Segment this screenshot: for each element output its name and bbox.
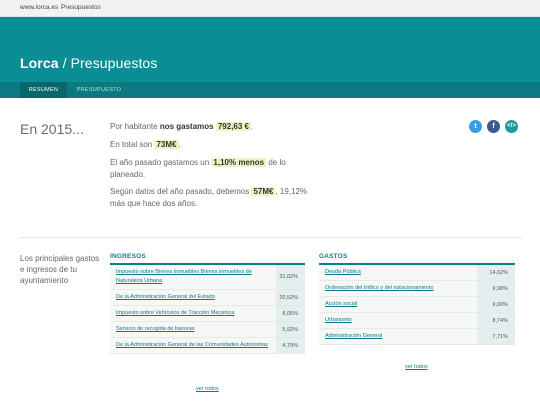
title-separator: / <box>58 55 71 71</box>
ingresos-title: INGRESOS <box>110 253 146 260</box>
total-value: 73M€ <box>154 140 179 149</box>
gastos-item-link[interactable]: Deuda Pública <box>319 265 478 281</box>
ingresos-table: Impuesto sobre Bienes Inmuebles Bienes i… <box>110 265 305 354</box>
year-heading: En 2015... <box>20 121 84 137</box>
gastos-item-percentage: 14,62% <box>477 265 515 281</box>
summary-total: En total son 73M€. <box>110 140 181 149</box>
ingresos-item-link[interactable]: Servicio de recogida de basuras <box>110 321 277 338</box>
ingresos-item-percentage: 4,79% <box>276 337 305 354</box>
summary-execution: El año pasado gastamos un 1,10% menos de… <box>110 158 286 179</box>
gastos-see-all-link[interactable]: ver todos <box>405 364 428 370</box>
page-title: Lorca / Presupuestos <box>20 55 157 71</box>
gastos-row: Administración General 7,71% <box>319 328 515 345</box>
gastos-item-percentage: 9,98% <box>477 280 515 297</box>
embed-button[interactable]: </> <box>505 120 518 133</box>
ingresos-item-percentage: 5,92% <box>276 321 305 338</box>
site-link[interactable]: www.lorca.es <box>20 4 58 11</box>
ingresos-item-percentage: 8,05% <box>276 305 305 322</box>
section-intro: Los principales gastos e ingresos de tu … <box>20 254 100 285</box>
gastos-item-link[interactable]: Ordenación del tráfico y del estacionami… <box>319 280 478 297</box>
ingresos-row: Servicio de recogida de basuras 5,92% <box>110 321 305 338</box>
tab-resumen[interactable]: RESUMEN <box>20 82 67 98</box>
tab-bar: RESUMEN PRESUPUESTO <box>0 82 540 98</box>
summary-per-capita: Por habitante nos gastamos 792,63 €. <box>110 122 254 131</box>
ingresos-item-link[interactable]: De la Administración General de las Comu… <box>110 337 277 354</box>
facebook-share-button[interactable]: f <box>487 120 500 133</box>
gastos-row: Urbanismo 8,74% <box>319 312 515 329</box>
header-banner: Lorca / Presupuestos <box>0 17 540 82</box>
ingresos-item-percentage: 20,52% <box>276 289 305 306</box>
gastos-item-link[interactable]: Administración General <box>319 328 478 345</box>
debt-value: 57M€ <box>251 187 276 196</box>
gastos-item-link[interactable]: Acción social <box>319 296 478 313</box>
top-bar: www.lorca.es Presupuestos <box>0 0 540 17</box>
gastos-table: Deuda Pública 14,62% Ordenación del tráfic… <box>319 265 515 345</box>
ingresos-item-link[interactable]: De la Administración General del Estado <box>110 289 277 306</box>
gastos-row: Acción social 9,00% <box>319 296 515 313</box>
gastos-row: Ordenación del tráfico y del estacionami… <box>319 280 515 297</box>
execution-value: 1,10% menos <box>211 158 267 167</box>
per-capita-value: 792,63 € <box>215 122 251 131</box>
tab-presupuesto[interactable]: PRESUPUESTO <box>71 82 127 98</box>
ingresos-row: Impuesto sobre Bienes Inmuebles Bienes i… <box>110 265 305 290</box>
ingresos-see-all-link[interactable]: ver todos <box>196 386 219 392</box>
brand-name[interactable]: Lorca <box>20 55 59 71</box>
ingresos-row: Impuesto sobre Vehículos de Tracción Mec… <box>110 305 305 322</box>
summary-debt: Según datos del año pasado, debemos 57M€… <box>110 187 308 208</box>
gastos-title: GASTOS <box>319 253 348 260</box>
ingresos-row: De la Administración General de las Comu… <box>110 337 305 354</box>
ingresos-item-link[interactable]: Impuesto sobre Vehículos de Tracción Mec… <box>110 305 277 322</box>
twitter-icon: t <box>474 123 477 130</box>
ingresos-item-link[interactable]: Impuesto sobre Bienes Inmuebles Bienes i… <box>110 265 277 290</box>
gastos-item-link[interactable]: Urbanismo <box>319 312 478 329</box>
gastos-item-percentage: 9,00% <box>477 296 515 313</box>
gastos-row: Deuda Pública 14,62% <box>319 265 515 281</box>
twitter-share-button[interactable]: t <box>469 120 482 133</box>
ingresos-row: De la Administración General del Estado 2… <box>110 289 305 306</box>
ingresos-item-percentage: 31,02% <box>276 265 305 290</box>
section-link[interactable]: Presupuestos <box>61 4 101 11</box>
gastos-item-percentage: 7,71% <box>477 328 515 345</box>
code-icon: </> <box>507 123 516 129</box>
facebook-icon: f <box>492 123 495 130</box>
gastos-item-percentage: 8,74% <box>477 312 515 329</box>
title-section: Presupuestos <box>70 55 158 71</box>
section-divider <box>20 237 522 238</box>
